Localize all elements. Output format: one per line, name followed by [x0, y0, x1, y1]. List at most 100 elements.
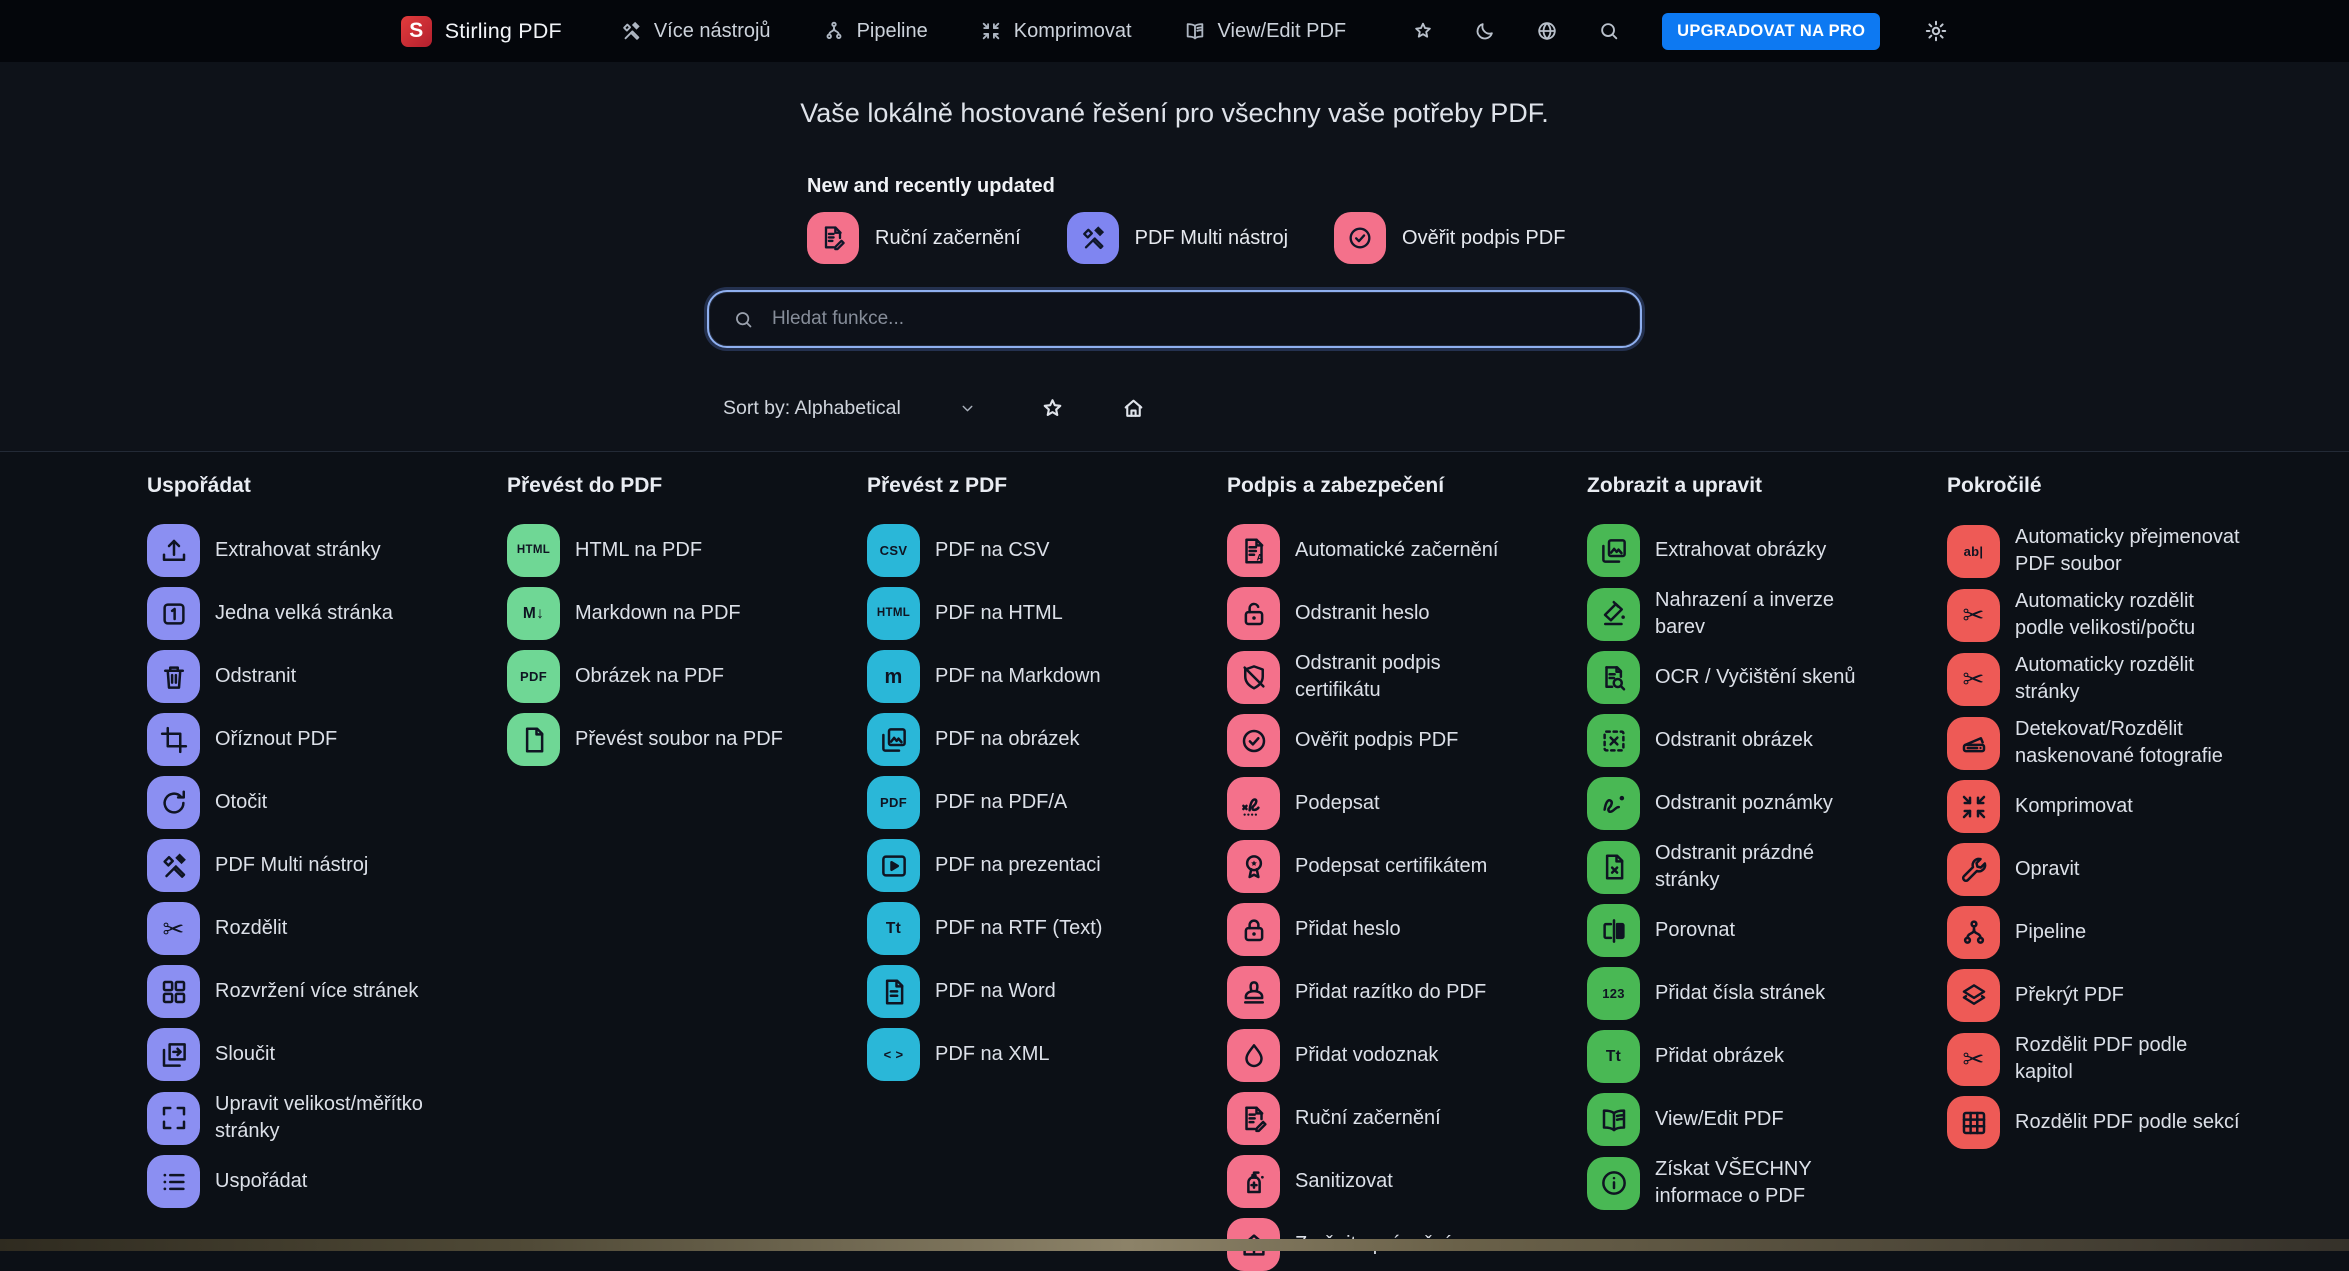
hero-section: Vaše lokálně hostované řešení pro všechn… [0, 62, 2349, 451]
tool-item-extract-images[interactable]: Extrahovat obrázky [1587, 524, 1947, 577]
sanitize-icon [1227, 1155, 1280, 1208]
compress-icon [1947, 780, 2000, 833]
tool-item-pipeline[interactable]: Pipeline [1947, 906, 2307, 959]
search-box[interactable] [707, 290, 1642, 348]
tool-item-remove-blank-pages[interactable]: Odstranit prázdné stránky [1587, 840, 1947, 894]
tool-item-replace-invert-colors[interactable]: Nahrazení a inverze barev [1587, 587, 1947, 641]
tool-label: Podepsat certifikátem [1295, 853, 1487, 880]
tool-item-image-to-pdf[interactable]: PDFObrázek na PDF [507, 650, 867, 703]
tool-item-remove-cert-signature[interactable]: Odstranit podpis certifikátu [1227, 650, 1587, 704]
tool-label: Extrahovat obrázky [1655, 537, 1826, 564]
tool-item-add-stamp[interactable]: Přidat razítko do PDF [1227, 966, 1587, 1019]
tool-item-single-large-page[interactable]: Jedna velká stránka [147, 587, 507, 640]
tool-item-add-image[interactable]: TtPřidat obrázek [1587, 1030, 1947, 1083]
favorites-star-icon[interactable] [1040, 396, 1065, 421]
tool-item-compare[interactable]: Porovnat [1587, 904, 1947, 957]
tool-item-manual-redact[interactable]: Ruční začernění [1227, 1092, 1587, 1145]
tool-item-multi-tool[interactable]: PDF Multi nástroj [147, 839, 507, 892]
tool-item-extract-pages[interactable]: Extrahovat stránky [147, 524, 507, 577]
tool-item-auto-redact[interactable]: AAutomatické začernění [1227, 524, 1587, 577]
tool-item-split-by-chapters[interactable]: ✂Rozdělit PDF podle kapitol [1947, 1032, 2307, 1086]
moon-icon[interactable] [1474, 20, 1496, 42]
tool-item-overlay-pdf[interactable]: Překrýt PDF [1947, 969, 2307, 1022]
chevron-down-icon[interactable] [959, 400, 976, 417]
tool-item-sign-with-certificate[interactable]: Podepsat certifikátem [1227, 840, 1587, 893]
pipeline-glyph [1959, 918, 1989, 948]
nav-item-compress[interactable]: Komprimovat [980, 20, 1132, 43]
tool-item-split-by-sections[interactable]: Rozdělit PDF podle sekcí [1947, 1096, 2307, 1149]
gear-icon[interactable] [1924, 19, 1948, 43]
tool-label: PDF na PDF/A [935, 789, 1067, 816]
tool-list: HTMLHTML na PDF M↓Markdown na PDF PDFObráz… [507, 524, 867, 766]
tool-item-multi-page-layout[interactable]: Rozvržení více stránek [147, 965, 507, 1018]
tool-item-html-to-pdf[interactable]: HTMLHTML na PDF [507, 524, 867, 577]
pdf-to-xml-icon: < > [867, 1028, 920, 1081]
tool-item-pdf-to-image[interactable]: PDF na obrázek [867, 713, 1227, 766]
tool-item-remove-pages[interactable]: Odstranit [147, 650, 507, 703]
tool-item-get-all-pdf-info[interactable]: Získat VŠECHNY informace o PDF [1587, 1156, 1947, 1210]
search-icon[interactable] [1598, 20, 1620, 42]
book-glyph [1599, 1105, 1629, 1135]
search-input[interactable] [770, 307, 1616, 331]
tool-item-organize[interactable]: Uspořádat [147, 1155, 507, 1208]
tool-item-repair[interactable]: Opravit [1947, 843, 2307, 896]
brand[interactable]: S Stirling PDF [401, 16, 562, 47]
tool-item-auto-split-by-size[interactable]: ✂Automaticky rozdělit podle velikosti/po… [1947, 588, 2307, 642]
tool-item-verify-signature[interactable]: Ověřit podpis PDF [1227, 714, 1587, 767]
column-title: Uspořádat [147, 474, 507, 498]
remove-cert-signature-icon [1227, 651, 1280, 704]
tool-item-sign[interactable]: Podepsat [1227, 777, 1587, 830]
icon-glyph: Tt [886, 921, 901, 937]
nav-menu: Více nástrojů Pipeline Komprimovat View/Edi… [620, 20, 1346, 43]
tool-item-crop-pdf[interactable]: Oříznout PDF [147, 713, 507, 766]
tool-item-add-watermark[interactable]: Přidat vodoznak [1227, 1029, 1587, 1082]
tool-label: Odstranit heslo [1295, 600, 1430, 627]
nav-item-book[interactable]: View/Edit PDF [1184, 20, 1347, 43]
tool-item-add-page-numbers[interactable]: 123Přidat čísla stránek [1587, 967, 1947, 1020]
pdf-to-image-icon [867, 713, 920, 766]
featured-verify-signature[interactable]: Ověřit podpis PDF [1334, 212, 1565, 264]
tool-item-pdf-to-word[interactable]: PDF na Word [867, 965, 1227, 1018]
tool-item-adjust-page-scale[interactable]: Upravit velikost/měřítko stránky [147, 1091, 507, 1145]
star-icon[interactable] [1412, 20, 1434, 42]
tool-item-pdf-to-xml[interactable]: < >PDF na XML [867, 1028, 1227, 1081]
nav-item-tools[interactable]: Více nástrojů [620, 20, 771, 43]
tool-item-auto-split-pages[interactable]: ✂Automaticky rozdělit stránky [1947, 652, 2307, 706]
tool-item-file-to-pdf[interactable]: Převést soubor na PDF [507, 713, 867, 766]
tool-item-pdf-to-html[interactable]: HTMLPDF na HTML [867, 587, 1227, 640]
tool-item-pdf-to-rtf[interactable]: Tt PDF na RTF (Text) [867, 902, 1227, 955]
tool-label: Rozdělit [215, 915, 287, 942]
nav-item-pipeline[interactable]: Pipeline [823, 20, 928, 43]
tool-list: ab|Automaticky přejmenovat PDF soubor ✂Au… [1947, 524, 2307, 1149]
globe-icon[interactable] [1536, 20, 1558, 42]
tool-item-detect-split-scans[interactable]: Detekovat/Rozdělit naskenované fotografi… [1947, 716, 2307, 770]
tool-item-pdf-to-markdown[interactable]: mPDF na Markdown [867, 650, 1227, 703]
tool-item-view-edit-pdf[interactable]: View/Edit PDF [1587, 1093, 1947, 1146]
tool-item-remove-password[interactable]: Odstranit heslo [1227, 587, 1587, 640]
tool-item-merge[interactable]: Sloučit [147, 1028, 507, 1081]
home-icon[interactable] [1121, 396, 1146, 421]
tool-label: Automatické začernění [1295, 537, 1498, 564]
tool-item-pdf-to-presentation[interactable]: PDF na prezentaci [867, 839, 1227, 892]
tool-item-markdown-to-pdf[interactable]: M↓Markdown na PDF [507, 587, 867, 640]
tool-item-ocr-cleanup[interactable]: OCR / Vyčištění skenů [1587, 651, 1947, 704]
tool-label: Detekovat/Rozdělit naskenované fotografi… [2015, 716, 2243, 770]
tool-item-remove-image[interactable]: Odstranit obrázek [1587, 714, 1947, 767]
tool-item-pdf-to-pdfa[interactable]: PDFPDF na PDF/A [867, 776, 1227, 829]
tool-item-add-password[interactable]: Přidat heslo [1227, 903, 1587, 956]
tool-item-pdf-to-csv[interactable]: CSVPDF na CSV [867, 524, 1227, 577]
split-icon: ✂ [147, 902, 200, 955]
tool-label: PDF na RTF (Text) [935, 915, 1102, 942]
tool-item-sanitize[interactable]: Sanitizovat [1227, 1155, 1587, 1208]
sort-by-label[interactable]: Sort by: Alphabetical [723, 397, 901, 420]
merge-icon [147, 1028, 200, 1081]
featured-manual-redact[interactable]: Ruční začernění [807, 212, 1021, 264]
tool-label: PDF na obrázek [935, 726, 1080, 753]
featured-multi-tool[interactable]: PDF Multi nástroj [1067, 212, 1288, 264]
tool-item-compress[interactable]: Komprimovat [1947, 780, 2307, 833]
tool-item-auto-rename[interactable]: ab|Automaticky přejmenovat PDF soubor [1947, 524, 2307, 578]
tool-item-remove-annotations[interactable]: Odstranit poznámky [1587, 777, 1947, 830]
tool-item-rotate[interactable]: Otočit [147, 776, 507, 829]
tool-item-split[interactable]: ✂ Rozdělit [147, 902, 507, 955]
upgrade-pro-button[interactable]: UPGRADOVAT NA PRO [1662, 13, 1880, 50]
